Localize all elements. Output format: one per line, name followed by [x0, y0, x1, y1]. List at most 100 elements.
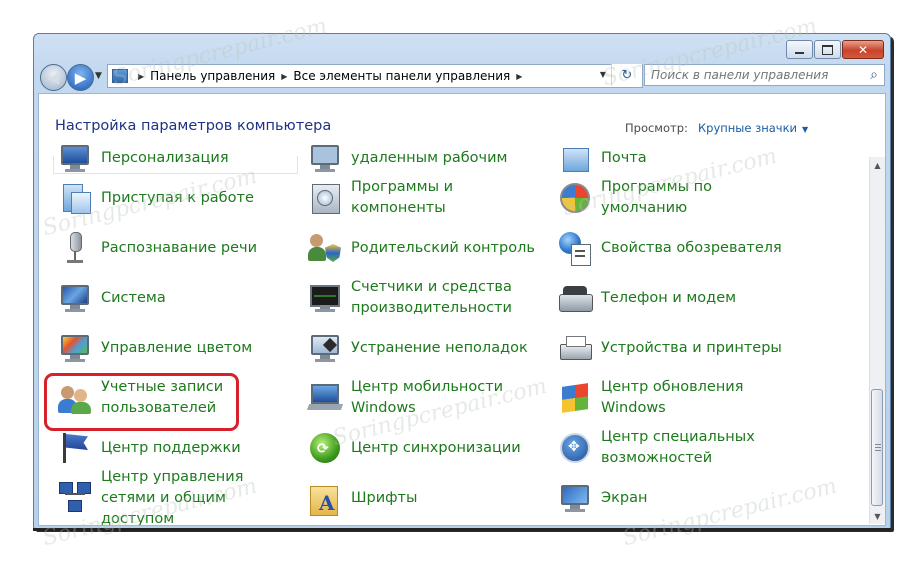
page-title: Настройка параметров компьютера — [55, 118, 332, 134]
item-user-accounts[interactable]: Учетные записи пользователей — [57, 376, 291, 420]
item-label: Центр поддержки — [101, 439, 241, 456]
items-grid: Персонализация Приступая к работе Распоз… — [39, 145, 871, 525]
breadcrumb-control-panel[interactable]: Панель управления — [150, 69, 275, 83]
item-ease-of-access[interactable]: ✥ Центр специальных возможностей — [557, 426, 791, 470]
chevron-right-icon[interactable]: ▶ — [281, 72, 287, 81]
item-label: Устройства и принтеры — [601, 339, 782, 356]
item-label: Система — [101, 289, 166, 306]
item-label: Счетчики и средства производительности — [351, 279, 512, 316]
item-parental-controls[interactable]: Родительский контроль — [307, 226, 535, 270]
vertical-scrollbar[interactable]: ▲ ▼ — [869, 157, 885, 524]
item-sync-center[interactable]: ⟳ Центр синхронизации — [307, 426, 521, 470]
item-color-management[interactable]: Управление цветом — [57, 326, 252, 370]
view-value: Крупные значки — [698, 121, 798, 135]
item-programs-features[interactable]: Программы и компоненты — [307, 176, 541, 220]
close-button[interactable]: ✕ — [842, 40, 884, 59]
item-network-center[interactable]: Центр управления сетями и общим доступом — [57, 469, 291, 525]
item-label: Центр мобильности Windows — [351, 379, 504, 416]
getting-started-icon — [57, 180, 93, 216]
item-default-programs[interactable]: Программы по умолчанию — [557, 176, 791, 220]
internet-options-icon — [557, 230, 593, 266]
item-label: Устранение неполадок — [351, 339, 528, 356]
minimize-icon — [795, 51, 804, 54]
action-center-flag-icon — [57, 430, 93, 466]
refresh-button[interactable]: ↻ — [611, 64, 642, 86]
item-label: удаленным рабочим — [351, 149, 508, 166]
item-windows-update[interactable]: Центр обновления Windows — [557, 376, 791, 420]
item-performance[interactable]: Счетчики и средства производительности — [307, 276, 541, 320]
item-devices-printers[interactable]: Устройства и принтеры — [557, 326, 782, 370]
chevron-right-icon[interactable]: ▶ — [516, 72, 522, 81]
user-accounts-icon — [57, 380, 93, 416]
close-icon: ✕ — [857, 42, 869, 57]
parental-controls-icon — [307, 230, 343, 266]
item-label: Экран — [601, 489, 648, 506]
item-label: Приступая к работе — [101, 189, 254, 206]
item-label: Программы по умолчанию — [601, 179, 712, 216]
scrollbar-thumb[interactable] — [871, 389, 883, 506]
sync-center-icon: ⟳ — [307, 430, 343, 466]
address-dropdown-icon[interactable]: ▼ — [600, 70, 606, 79]
item-remote-desktop[interactable]: удаленным рабочим — [307, 136, 507, 180]
item-label: Телефон и модем — [601, 289, 737, 306]
item-phone-modem[interactable]: Телефон и модем — [557, 276, 736, 320]
item-label: Распознавание речи — [101, 239, 258, 256]
view-label: Просмотр: — [625, 121, 688, 135]
item-action-center[interactable]: Центр поддержки — [57, 426, 241, 470]
back-button[interactable]: ◀ — [40, 64, 67, 91]
search-icon[interactable]: ⌕ — [870, 67, 878, 83]
scroll-down-icon[interactable]: ▼ — [870, 508, 885, 524]
personalization-icon — [57, 140, 93, 176]
content-pane: Настройка параметров компьютера Просмотр… — [38, 93, 886, 526]
recent-pages-dropdown[interactable]: ▼ — [95, 71, 102, 81]
caption-buttons: ✕ — [785, 40, 884, 59]
item-display[interactable]: Экран — [557, 476, 647, 520]
display-icon — [557, 480, 593, 516]
view-selector[interactable]: Крупные значки ▼ — [698, 121, 808, 135]
breadcrumb-all-items[interactable]: Все элементы панели управления — [293, 69, 510, 83]
color-management-icon — [57, 330, 93, 366]
devices-printers-icon — [557, 330, 593, 366]
maximize-button[interactable] — [814, 40, 841, 59]
default-programs-icon — [557, 180, 593, 216]
item-label: Центр синхронизации — [351, 439, 521, 456]
performance-icon — [307, 280, 343, 316]
mobility-center-icon — [306, 380, 344, 416]
item-label: Почта — [601, 149, 647, 166]
search-input[interactable] — [651, 66, 856, 84]
search-box: ⌕ — [644, 64, 885, 86]
chevron-down-icon: ▼ — [802, 125, 809, 134]
forward-button[interactable]: ▶ — [67, 64, 94, 91]
maximize-icon — [822, 44, 833, 55]
item-label: Учетные записи пользователей — [101, 379, 224, 416]
chevron-right-icon[interactable]: ▶ — [138, 72, 144, 81]
troubleshooting-icon — [307, 330, 343, 366]
item-personalization[interactable]: Персонализация — [57, 136, 229, 180]
item-mail[interactable]: Почта — [557, 136, 647, 180]
item-mobility-center[interactable]: Центр мобильности Windows — [306, 376, 541, 420]
item-label: Центр управления сетями и общим доступом — [101, 468, 244, 526]
item-system[interactable]: Система — [57, 276, 166, 320]
phone-modem-icon — [557, 280, 593, 316]
item-fonts[interactable]: A Шрифты — [307, 476, 417, 520]
item-label: Программы и компоненты — [351, 179, 454, 216]
arrow-left-icon: ◀ — [47, 68, 60, 87]
scroll-up-icon[interactable]: ▲ — [870, 157, 885, 173]
control-panel-window: ✕ ◀ ▶ ▼ ▶ Панель управления ▶ Все элемен… — [33, 33, 891, 531]
item-label: Родительский контроль — [351, 239, 535, 256]
system-icon — [57, 280, 93, 316]
remote-desktop-icon — [307, 140, 343, 176]
item-label: Персонализация — [101, 149, 229, 166]
item-speech-recognition[interactable]: Распознавание речи — [57, 226, 257, 270]
programs-features-icon — [307, 180, 343, 216]
item-label: Свойства обозревателя — [601, 239, 782, 256]
item-getting-started[interactable]: Приступая к работе — [57, 176, 254, 220]
item-troubleshooting[interactable]: Устранение неполадок — [307, 326, 528, 370]
minimize-button[interactable] — [786, 40, 813, 59]
network-center-icon — [57, 480, 93, 516]
windows-update-icon — [557, 380, 593, 416]
microphone-icon — [57, 230, 93, 266]
item-internet-options[interactable]: Свойства обозревателя — [557, 226, 782, 270]
fonts-folder-icon: A — [307, 480, 343, 516]
address-bar[interactable]: ▶ Панель управления ▶ Все элементы панел… — [107, 64, 643, 88]
